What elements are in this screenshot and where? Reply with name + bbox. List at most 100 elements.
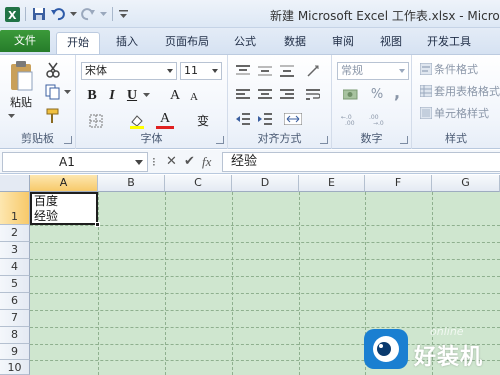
alignment-dialog-launcher[interactable] bbox=[320, 136, 328, 144]
enter-check-icon[interactable]: ✔ bbox=[184, 154, 195, 170]
undo-icon[interactable] bbox=[50, 6, 66, 22]
formula-input[interactable]: 经验 bbox=[222, 152, 500, 172]
row-header-1[interactable]: 1 bbox=[0, 192, 30, 225]
font-color-button[interactable]: A bbox=[156, 111, 174, 129]
align-top-icon[interactable] bbox=[234, 63, 252, 79]
column-header-a[interactable]: A bbox=[30, 175, 98, 192]
font-size-select[interactable]: 11 bbox=[180, 62, 222, 80]
cell-styles-button[interactable]: 单元格样式 bbox=[420, 105, 500, 121]
tab-data[interactable]: 数据 bbox=[274, 32, 316, 54]
name-box[interactable]: A1 bbox=[2, 152, 148, 172]
row-header-4[interactable]: 4 bbox=[0, 259, 30, 276]
gridline bbox=[299, 192, 300, 375]
align-middle-icon[interactable] bbox=[256, 63, 274, 79]
watermark-text: 好装机 bbox=[414, 345, 484, 370]
column-header-b[interactable]: B bbox=[98, 175, 165, 192]
tab-view[interactable]: 视图 bbox=[370, 32, 412, 54]
row-header-7[interactable]: 7 bbox=[0, 310, 30, 327]
currency-icon[interactable] bbox=[340, 87, 362, 103]
number-format-select[interactable]: 常规 bbox=[337, 62, 409, 80]
italic-button[interactable]: I bbox=[104, 87, 120, 105]
decrease-decimal-icon[interactable]: .00 →.0 bbox=[368, 111, 390, 127]
row-header-8[interactable]: 8 bbox=[0, 327, 30, 344]
svg-text:.00: .00 bbox=[345, 120, 355, 125]
select-all-corner[interactable] bbox=[0, 175, 30, 192]
row-header-3[interactable]: 3 bbox=[0, 242, 30, 259]
copy-dropdown-icon[interactable] bbox=[63, 88, 71, 96]
paste-dropdown-icon[interactable] bbox=[6, 111, 16, 121]
tab-review[interactable]: 审阅 bbox=[322, 32, 364, 54]
borders-icon[interactable] bbox=[86, 113, 106, 129]
number-group: 常规 % , ←.0.00 .00 →.0 数字 bbox=[332, 55, 412, 149]
column-header-g[interactable]: G bbox=[432, 175, 500, 192]
cell-a1-line-1: 百度 bbox=[34, 194, 59, 208]
separator bbox=[25, 7, 26, 21]
watermark-eye-icon bbox=[364, 329, 408, 369]
number-dialog-launcher[interactable] bbox=[400, 136, 408, 144]
phonetic-button[interactable]: 变 bbox=[194, 111, 212, 129]
percent-button[interactable]: % bbox=[370, 86, 384, 102]
tab-home[interactable]: 开始 bbox=[56, 32, 100, 54]
bold-button[interactable]: B bbox=[84, 87, 100, 105]
excel-logo-icon[interactable]: X bbox=[4, 6, 20, 22]
copy-icon[interactable] bbox=[44, 83, 62, 101]
paste-icon[interactable] bbox=[6, 59, 36, 93]
cancel-icon[interactable]: ✕ bbox=[166, 154, 177, 170]
customize-toolbar-icon[interactable] bbox=[118, 6, 128, 22]
grow-font-button[interactable]: A bbox=[166, 87, 184, 105]
align-bottom-icon[interactable] bbox=[278, 63, 296, 79]
decrease-indent-icon[interactable] bbox=[234, 111, 252, 127]
column-header-f[interactable]: F bbox=[365, 175, 432, 192]
wrap-text-icon[interactable] bbox=[304, 87, 322, 103]
undo-dropdown-icon[interactable] bbox=[69, 6, 77, 22]
align-center-icon[interactable] bbox=[256, 87, 274, 103]
font-group-label: 字体 bbox=[140, 132, 163, 145]
orientation-icon[interactable] bbox=[304, 63, 322, 79]
clipboard-dialog-launcher[interactable] bbox=[64, 136, 72, 144]
row-header-6[interactable]: 6 bbox=[0, 293, 30, 310]
cell-styles-icon bbox=[420, 107, 432, 119]
format-painter-icon[interactable] bbox=[44, 107, 62, 125]
row-header-9[interactable]: 9 bbox=[0, 344, 30, 360]
fill-handle[interactable] bbox=[95, 222, 100, 227]
window-title: 新建 Microsoft Excel 工作表.xlsx - Micro bbox=[270, 9, 500, 23]
conditional-format-button[interactable]: 条件格式 bbox=[420, 61, 500, 77]
tab-formulas[interactable]: 公式 bbox=[224, 32, 266, 54]
increase-indent-icon[interactable] bbox=[256, 111, 274, 127]
font-name-select[interactable]: 宋体 bbox=[81, 62, 177, 80]
tab-page-layout[interactable]: 页面布局 bbox=[156, 32, 218, 54]
redo-dropdown-icon[interactable] bbox=[99, 6, 107, 22]
paste-button[interactable]: 粘贴 bbox=[4, 95, 38, 109]
column-header-c[interactable]: C bbox=[165, 175, 232, 192]
cut-icon[interactable] bbox=[44, 61, 62, 79]
redo-icon[interactable] bbox=[80, 6, 96, 22]
separator bbox=[112, 7, 113, 21]
column-header-e[interactable]: E bbox=[299, 175, 365, 192]
merge-center-icon[interactable] bbox=[282, 111, 304, 127]
row-header-5[interactable]: 5 bbox=[0, 276, 30, 293]
gridline bbox=[30, 225, 500, 226]
name-box-value: A1 bbox=[59, 155, 75, 169]
tab-developer[interactable]: 开发工具 bbox=[418, 32, 480, 54]
shrink-font-button[interactable]: A bbox=[186, 89, 202, 105]
format-as-table-button[interactable]: 套用表格格式 bbox=[420, 83, 500, 99]
fill-color-icon[interactable] bbox=[128, 113, 146, 129]
tab-insert[interactable]: 插入 bbox=[106, 32, 148, 54]
align-left-icon[interactable] bbox=[234, 87, 252, 103]
insert-function-button[interactable]: fx bbox=[202, 154, 211, 170]
save-icon[interactable] bbox=[31, 6, 47, 22]
increase-decimal-icon[interactable]: ←.0.00 bbox=[340, 111, 362, 127]
underline-dropdown-icon[interactable] bbox=[142, 91, 150, 99]
row-header-2[interactable]: 2 bbox=[0, 225, 30, 242]
column-header-d[interactable]: D bbox=[232, 175, 299, 192]
gridline bbox=[30, 276, 500, 277]
underline-button[interactable]: U bbox=[124, 87, 140, 105]
comma-button[interactable]: , bbox=[390, 83, 404, 102]
conditional-format-icon bbox=[420, 63, 432, 75]
align-right-icon[interactable] bbox=[278, 87, 296, 103]
cell-a1[interactable]: 百度 经验 bbox=[30, 192, 100, 227]
font-dialog-launcher[interactable] bbox=[216, 136, 224, 144]
svg-text:→.0: →.0 bbox=[373, 120, 384, 125]
tab-file[interactable]: 文件 bbox=[0, 30, 50, 52]
row-header-10[interactable]: 10 bbox=[0, 360, 30, 375]
